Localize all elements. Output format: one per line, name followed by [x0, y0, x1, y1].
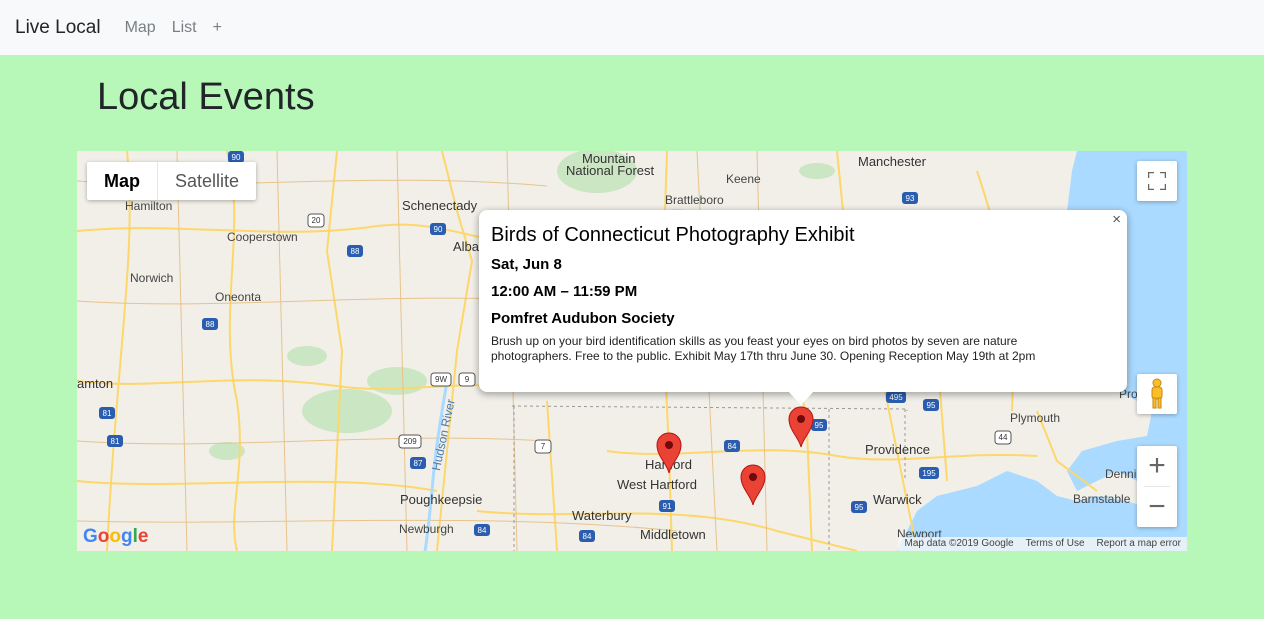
event-title: Birds of Connecticut Photography Exhibit	[491, 224, 855, 246]
map-label-schenectady: Schenectady	[402, 198, 478, 213]
event-time: 12:00 AM – 11:59 PM	[491, 283, 638, 300]
event-date: Sat, Jun 8	[491, 256, 562, 273]
event-organizer: Pomfret Audubon Society	[491, 310, 675, 327]
map-label-newburgh: Newburgh	[399, 522, 454, 536]
events-map[interactable]: Mountain National Forest Manchester Keen…	[77, 151, 1187, 551]
info-window: × Birds of Connecticut Photography Exhib…	[479, 210, 1127, 392]
map-type-control: Map Satellite	[87, 162, 257, 200]
nav-link-list[interactable]: List	[172, 19, 197, 37]
report-map-error-link[interactable]: Report a map error	[1091, 537, 1187, 551]
zoom-in-button[interactable]: +	[1137, 446, 1177, 486]
street-view-button[interactable]	[1137, 374, 1177, 414]
map-label-national-forest: National Forest	[566, 163, 655, 178]
google-logo[interactable]: Google	[83, 526, 148, 548]
map-label-plymouth: Plymouth	[1010, 411, 1061, 425]
map-attribution: Map data ©2019 Google Terms of Use Repor…	[898, 537, 1187, 551]
event-marker[interactable]	[740, 464, 766, 506]
nav-link-add[interactable]: +	[213, 19, 222, 37]
map-label-barnstable: Barnstable	[1073, 492, 1131, 506]
map-label-alba: Alba	[453, 239, 480, 254]
map-label-poughkeepsie: Poughkeepsie	[400, 492, 483, 507]
map-label-cooperstown: Cooperstown	[227, 230, 298, 244]
event-marker-selected[interactable]	[788, 406, 814, 448]
navbar: Live Local Map List +	[0, 0, 1264, 55]
map-label-warwick: Warwick	[873, 492, 922, 507]
fullscreen-icon	[1148, 172, 1166, 190]
fullscreen-button[interactable]	[1137, 161, 1177, 201]
map-label-brattleboro: Brattleboro	[665, 193, 724, 207]
close-icon[interactable]: ×	[1112, 211, 1121, 228]
map-label-waterbury: Waterbury	[572, 508, 632, 523]
map-label-hamilton: Hamilton	[125, 199, 173, 213]
map-label-norwich: Norwich	[130, 271, 174, 285]
map-label-keene: Keene	[726, 172, 761, 186]
pegman-icon	[1151, 378, 1163, 409]
map-type-map-button[interactable]: Map	[87, 162, 158, 200]
map-type-satellite-button[interactable]: Satellite	[158, 162, 256, 200]
nav-link-map[interactable]: Map	[125, 19, 156, 37]
event-marker[interactable]	[656, 432, 682, 474]
map-label-manchester: Manchester	[858, 154, 926, 169]
map-label-west-hartford: West Hartford	[617, 477, 697, 492]
map-data-credit: Map data ©2019 Google	[904, 538, 1014, 549]
map-label-amton: amton	[77, 376, 114, 391]
terms-of-use-link[interactable]: Terms of Use	[1020, 537, 1091, 551]
event-description: Brush up on your bird identification ski…	[491, 334, 1036, 363]
zoom-out-button[interactable]: −	[1137, 487, 1177, 527]
zoom-control: + −	[1137, 446, 1177, 527]
map-label-oneonta: Oneonta	[215, 290, 262, 304]
map-label-middletown: Middletown	[640, 527, 706, 542]
page-title: Local Events	[97, 76, 315, 118]
map-label-providence: Providence	[865, 442, 931, 457]
info-window-tail	[788, 391, 814, 405]
brand-logo-text[interactable]: Live Local	[15, 17, 101, 39]
